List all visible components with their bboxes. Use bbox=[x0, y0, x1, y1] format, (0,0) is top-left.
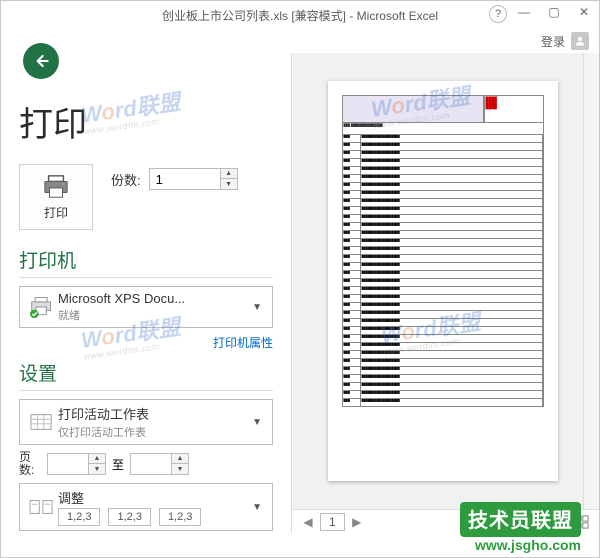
show-margins-icon[interactable] bbox=[573, 513, 591, 531]
maximize-button[interactable]: ▢ bbox=[539, 1, 569, 23]
spin-down[interactable]: ▼ bbox=[172, 464, 188, 474]
help-button[interactable]: ? bbox=[489, 5, 507, 23]
print-button[interactable]: 打印 bbox=[19, 164, 93, 230]
collate-seq-2: 1,2,3 bbox=[108, 508, 150, 526]
avatar-icon[interactable] bbox=[571, 32, 589, 50]
main-content: 打印 打印 份数: ▲ ▼ bbox=[1, 53, 599, 533]
collate-seq-3: 1,2,3 bbox=[159, 508, 201, 526]
page-to-input[interactable] bbox=[131, 457, 171, 472]
page-to-spinner[interactable]: ▲▼ bbox=[130, 453, 189, 475]
printer-selector[interactable]: Microsoft XPS Docu... 就绪 ▼ bbox=[19, 286, 273, 328]
print-what-sub: 仅打印活动工作表 bbox=[58, 424, 248, 440]
divider bbox=[19, 390, 273, 391]
print-settings-panel: 打印 打印 份数: ▲ ▼ bbox=[1, 53, 291, 533]
collate-icon bbox=[26, 492, 58, 522]
chevron-down-icon: ▼ bbox=[248, 417, 266, 428]
preview-page: ████████████ ███ ███████████████ ███████… bbox=[328, 81, 558, 481]
collate-title: 调整 bbox=[58, 488, 248, 507]
title-bar: 创业板上市公司列表.xls [兼容模式] - Microsoft Excel ?… bbox=[1, 1, 599, 29]
divider bbox=[19, 277, 273, 278]
settings-section-title: 设置 bbox=[19, 359, 273, 386]
printer-name: Microsoft XPS Docu... bbox=[58, 291, 248, 306]
printer-status: 就绪 bbox=[58, 307, 248, 323]
sheets-icon bbox=[26, 407, 58, 437]
window-title: 创业板上市公司列表.xls [兼容模式] - Microsoft Excel bbox=[162, 7, 438, 24]
printer-device-icon bbox=[26, 292, 58, 322]
spin-down[interactable]: ▼ bbox=[89, 464, 105, 474]
zoom-to-page-icon[interactable] bbox=[551, 513, 569, 531]
collate-selector[interactable]: 调整 1,2,3 1,2,3 1,2,3 ▼ bbox=[19, 483, 273, 531]
preview-scrollbar[interactable] bbox=[583, 53, 599, 509]
current-page[interactable]: 1 bbox=[320, 513, 345, 531]
preview-footer: ◀ 1 ▶ bbox=[292, 509, 599, 533]
print-what-selector[interactable]: 打印活动工作表 仅打印活动工作表 ▼ bbox=[19, 399, 273, 445]
close-button[interactable]: ✕ bbox=[569, 1, 599, 23]
printer-section-title: 打印机 bbox=[19, 246, 273, 273]
copies-label: 份数: bbox=[111, 170, 141, 189]
window-controls: — ▢ ✕ bbox=[509, 1, 599, 23]
printer-properties-link[interactable]: 打印机属性 bbox=[19, 334, 273, 351]
printer-icon bbox=[41, 174, 71, 200]
print-button-label: 打印 bbox=[44, 204, 68, 221]
copies-up[interactable]: ▲ bbox=[221, 169, 237, 179]
collate-seq-1: 1,2,3 bbox=[58, 508, 100, 526]
chevron-down-icon: ▼ bbox=[248, 502, 266, 513]
preview-area: ████████████ ███ ███████████████ ███████… bbox=[292, 53, 599, 509]
spin-up[interactable]: ▲ bbox=[89, 454, 105, 464]
account-row: 登录 bbox=[1, 29, 599, 53]
page-title: 打印 bbox=[19, 97, 273, 146]
next-page-button[interactable]: ▶ bbox=[349, 515, 365, 529]
copies-spinner[interactable]: ▲ ▼ bbox=[149, 168, 238, 190]
copies-down[interactable]: ▼ bbox=[221, 179, 237, 189]
page-from-input[interactable] bbox=[48, 457, 88, 472]
print-row: 打印 份数: ▲ ▼ bbox=[19, 164, 273, 230]
prev-page-button[interactable]: ◀ bbox=[300, 515, 316, 529]
print-what-title: 打印活动工作表 bbox=[58, 404, 248, 423]
minimize-button[interactable]: — bbox=[509, 1, 539, 23]
pages-label: 页数: bbox=[19, 451, 41, 477]
page-from-spinner[interactable]: ▲▼ bbox=[47, 453, 106, 475]
copies-input[interactable] bbox=[150, 172, 220, 187]
copies-control: 份数: ▲ ▼ bbox=[111, 168, 238, 190]
page-range-row: 页数: ▲▼ 至 ▲▼ bbox=[19, 451, 273, 477]
sign-in-link[interactable]: 登录 bbox=[541, 33, 565, 50]
chevron-down-icon: ▼ bbox=[248, 302, 266, 313]
preview-panel: ████████████ ███ ███████████████ ███████… bbox=[291, 53, 599, 533]
spin-up[interactable]: ▲ bbox=[172, 454, 188, 464]
pages-to-label: 至 bbox=[112, 456, 124, 473]
